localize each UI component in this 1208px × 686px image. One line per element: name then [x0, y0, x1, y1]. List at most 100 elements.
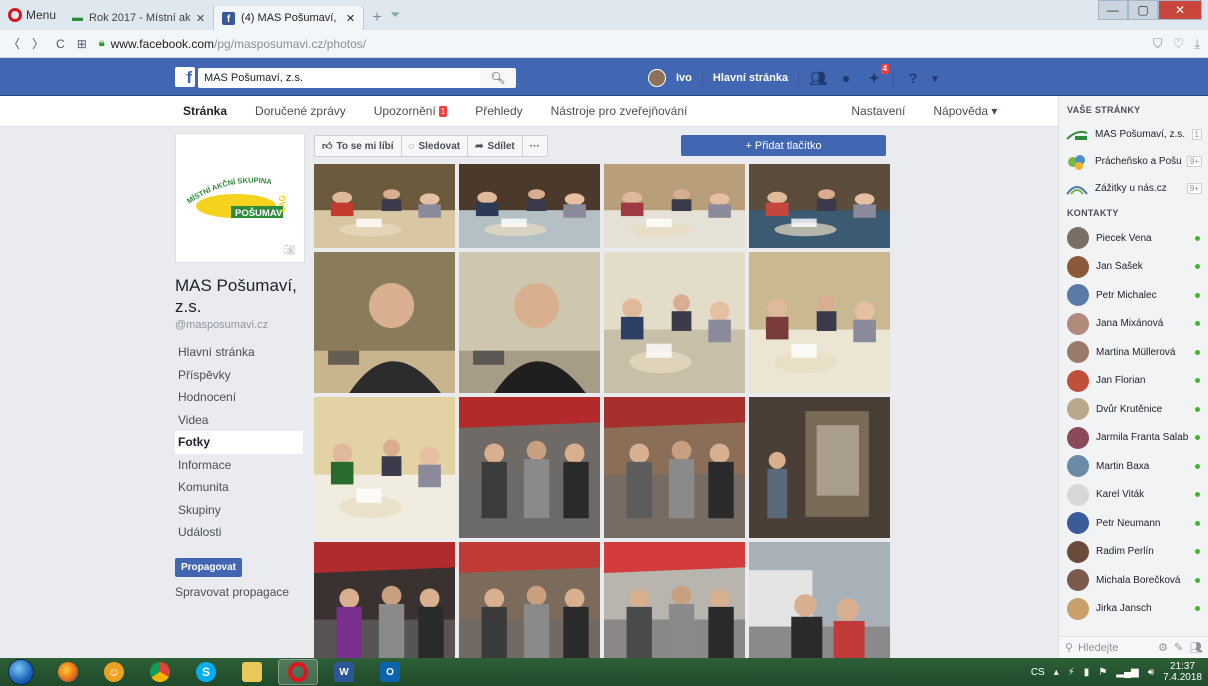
taskbar-explorer[interactable] — [232, 659, 272, 685]
tab-settings[interactable]: Nastavení — [851, 104, 905, 118]
taskbar-app[interactable]: ☺ — [94, 659, 134, 685]
contact-item[interactable]: Jan Šašek — [1059, 253, 1208, 282]
contact-item[interactable]: Michala Borečková — [1059, 566, 1208, 595]
user-name-link[interactable]: Ivo — [676, 72, 692, 84]
page-title[interactable]: MAS Pošumaví, z.s. — [175, 275, 305, 317]
nav-community[interactable]: Komunita — [175, 476, 305, 499]
gear-icon[interactable]: ⚙ — [1158, 641, 1168, 654]
photo-thumbnail[interactable] — [459, 252, 600, 393]
your-page-item[interactable]: MAS Pošumaví, z.s. 1 — [1059, 121, 1208, 148]
close-tab-icon[interactable]: ✕ — [346, 12, 355, 25]
photo-thumbnail[interactable] — [314, 252, 455, 393]
promote-button[interactable]: Propagovat — [175, 557, 243, 577]
help-icon[interactable]: ? — [904, 69, 922, 87]
photo-thumbnail[interactable] — [749, 542, 890, 664]
camera-icon[interactable]: 📷︎ — [283, 245, 296, 256]
user-avatar[interactable] — [648, 69, 666, 87]
close-window-button[interactable]: ✕ — [1158, 0, 1202, 20]
photo-thumbnail[interactable] — [749, 252, 890, 393]
nav-videos[interactable]: Videa — [175, 409, 305, 432]
facebook-search-input[interactable]: MAS Pošumaví, z.s. — [198, 68, 508, 88]
facebook-logo-icon[interactable]: f — [175, 67, 195, 87]
photo-thumbnail[interactable] — [604, 164, 745, 248]
windows-start-button[interactable] — [8, 659, 34, 685]
share-button[interactable]: ➦ Sdílet — [468, 136, 523, 156]
new-tab-button[interactable]: + — [364, 6, 390, 30]
reload-icon[interactable]: C — [56, 37, 65, 51]
photo-thumbnail[interactable] — [459, 542, 600, 664]
photo-thumbnail[interactable] — [604, 542, 745, 664]
tab-help[interactable]: Nápověda ▾ — [933, 104, 997, 118]
minimize-button[interactable]: — — [1098, 0, 1128, 20]
taskbar-word[interactable]: W — [324, 659, 364, 685]
signal-icon[interactable]: ▂▄▆ — [1116, 667, 1138, 678]
nav-photos[interactable]: Fotky — [175, 431, 303, 454]
back-icon[interactable]: 〈 — [8, 35, 20, 52]
chat-search[interactable]: ⚲ Hledejte ⚙ ✎ 👥︎ — [1059, 636, 1208, 658]
maximize-button[interactable]: ▢ — [1128, 0, 1158, 20]
contact-item[interactable]: Martina Müllerová — [1059, 338, 1208, 367]
tray-expand-icon[interactable]: ▴ — [1054, 667, 1059, 678]
home-link[interactable]: Hlavní stránka — [713, 72, 788, 84]
speed-dial-icon[interactable]: ⊞ — [77, 37, 87, 51]
photo-thumbnail[interactable] — [459, 397, 600, 538]
contact-item[interactable]: Martin Baxa — [1059, 452, 1208, 481]
like-button[interactable]: 👍︎ To se mi líbí — [315, 136, 402, 156]
page-handle[interactable]: @masposumavi.cz — [175, 319, 305, 331]
friend-requests-icon[interactable]: 👥︎ — [809, 69, 827, 87]
taskbar-opera[interactable] — [278, 659, 318, 685]
more-options-button[interactable]: ··· — [523, 136, 547, 156]
heart-icon[interactable]: ♡ — [1173, 36, 1185, 52]
contact-item[interactable]: Jarmila Franta Salab... — [1059, 424, 1208, 453]
photo-thumbnail[interactable] — [314, 164, 455, 248]
volume-icon[interactable]: 🔊︎ — [1148, 667, 1154, 678]
close-tab-icon[interactable]: ✕ — [196, 12, 205, 25]
contact-item[interactable]: Piecek Vena — [1059, 224, 1208, 253]
manage-promotions-link[interactable]: Spravovat propagace — [175, 585, 305, 599]
photo-thumbnail[interactable] — [314, 397, 455, 538]
nav-reviews[interactable]: Hodnocení — [175, 386, 305, 409]
shield-icon[interactable]: ⛉ — [1153, 36, 1163, 52]
photo-thumbnail[interactable] — [314, 542, 455, 664]
compose-icon[interactable]: ✎ — [1174, 641, 1183, 654]
photo-thumbnail[interactable] — [604, 397, 745, 538]
nav-posts[interactable]: Příspěvky — [175, 364, 305, 387]
browser-tab[interactable]: ▬ Rok 2017 - Místní akční sk ✕ — [64, 6, 215, 30]
photo-thumbnail[interactable] — [459, 164, 600, 248]
flag-icon[interactable]: ⚑ — [1098, 667, 1107, 678]
contact-item[interactable]: Petr Neumann — [1059, 509, 1208, 538]
add-button[interactable]: + Přidat tlačítko — [681, 135, 886, 156]
add-people-icon[interactable]: 👥︎ — [1189, 641, 1203, 654]
notifications-icon[interactable]: ✦ 4 — [865, 64, 890, 87]
tab-page[interactable]: Stránka — [183, 104, 227, 118]
contact-item[interactable]: Jirka Jansch — [1059, 595, 1208, 624]
taskbar-chrome[interactable] — [140, 659, 180, 685]
taskbar-outlook[interactable]: O — [370, 659, 410, 685]
chat-search-input[interactable]: Hledejte — [1078, 642, 1118, 654]
account-menu-chevron-icon[interactable]: ▾ — [932, 72, 938, 85]
contact-item[interactable]: Jana Mixánová — [1059, 310, 1208, 339]
contact-item[interactable]: Petr Michalec — [1059, 281, 1208, 310]
url-field[interactable]: 🔒︎ www.facebook.com/pg/masposumavi.cz/ph… — [99, 33, 1141, 55]
your-page-item[interactable]: Prácheňsko a Pošum... 9+ — [1059, 148, 1208, 175]
messages-icon[interactable]: ● — [837, 69, 855, 87]
tab-inbox[interactable]: Doručené zprávy — [255, 104, 346, 118]
tray-app-icon[interactable]: ⚡︎ — [1068, 667, 1075, 678]
taskbar-firefox[interactable] — [48, 659, 88, 685]
your-page-item[interactable]: Zážitky u nás.cz 9+ — [1059, 175, 1208, 202]
contact-item[interactable]: Radim Perlín — [1059, 538, 1208, 567]
browser-tab-active[interactable]: f (4) MAS Pošumaví, z.s. - Fa ✕ — [214, 6, 365, 30]
photo-thumbnail[interactable] — [604, 252, 745, 393]
nav-about[interactable]: Informace — [175, 454, 305, 477]
tab-insights[interactable]: Přehledy — [475, 104, 522, 118]
follow-button[interactable]: ◌ Sledovat — [402, 136, 469, 156]
photo-thumbnail[interactable] — [749, 164, 890, 248]
forward-icon[interactable]: 〉 — [32, 35, 44, 52]
tab-notifications[interactable]: Upozornění 1 — [374, 104, 448, 118]
nav-groups[interactable]: Skupiny — [175, 499, 305, 522]
contact-item[interactable]: Karel Viták — [1059, 481, 1208, 510]
download-icon[interactable]: ⤓ — [1194, 36, 1200, 52]
opera-menu-button[interactable]: Menu — [0, 0, 64, 30]
nav-home[interactable]: Hlavní stránka — [175, 341, 305, 364]
page-profile-picture[interactable]: MÍSTNÍ AKČNÍ SKUPINA POŠUMAVÍ LAG 📷︎ — [175, 133, 305, 263]
